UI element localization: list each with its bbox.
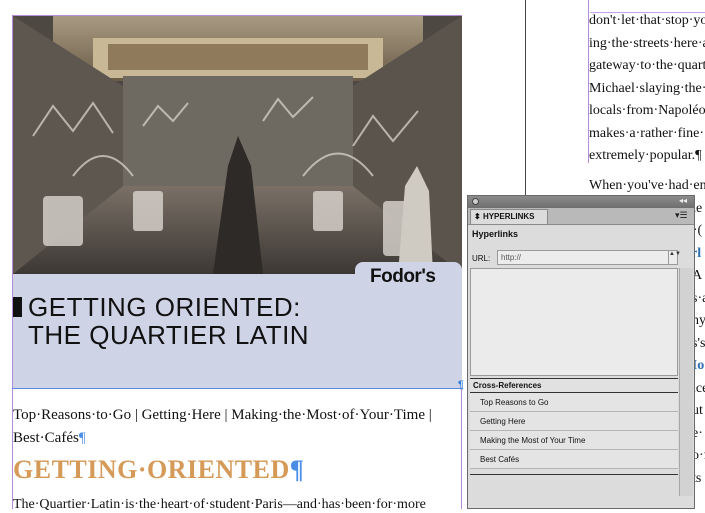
close-icon[interactable] xyxy=(472,198,479,205)
banner-title-line-2: THE QUARTIER LATIN xyxy=(28,320,310,350)
banner-title-line-1: GETTING ORIENTED: xyxy=(28,292,301,322)
reasons-nav-text: Top·Reasons·to·Go | Getting·Here | Makin… xyxy=(13,407,432,446)
hyperlinks-panel[interactable]: ◂◂ ⬍ HYPERLINKS ▾☰ Hyperlinks URL: http:… xyxy=(467,195,695,509)
section-heading-text: GETTING·ORIENTED xyxy=(13,455,290,484)
xref-item[interactable]: Making the Most of Your Time xyxy=(470,431,678,450)
text-line: extremely·popular.¶ xyxy=(589,148,702,163)
frame-selection-line xyxy=(12,388,463,389)
xref-list-divider xyxy=(470,474,678,475)
xref-item[interactable]: Getting Here xyxy=(470,412,678,431)
banner-title: GETTING ORIENTED: THE QUARTIER LATIN xyxy=(28,293,309,349)
cross-references-header[interactable]: Cross-References xyxy=(470,378,678,393)
text-frame-out-port[interactable]: ¶ xyxy=(458,379,464,391)
title-marker-bar xyxy=(13,297,22,317)
collapse-panel-icon[interactable]: ◂◂ xyxy=(679,196,687,205)
pilcrow-mark: ¶ xyxy=(78,430,86,446)
panel-title-bar[interactable] xyxy=(468,196,694,208)
hyperlinks-list[interactable] xyxy=(470,268,678,376)
xref-item[interactable]: Best Cafés xyxy=(470,450,678,469)
tab-expand-icon: ⬍ xyxy=(474,212,483,221)
photo-illustration xyxy=(13,16,462,274)
text-line: ing·the·streets·here·a xyxy=(589,35,705,51)
text-line: locals·from·Napoléo xyxy=(589,103,705,118)
url-dropdown-stepper[interactable]: ▲▼ xyxy=(668,251,681,264)
url-input[interactable]: http:// xyxy=(497,250,678,265)
museum-gallery-photo[interactable] xyxy=(13,16,462,274)
pilcrow-mark: ¶ xyxy=(289,455,305,484)
panel-menu-icon[interactable]: ▾☰ xyxy=(675,210,688,221)
xref-item[interactable]: Top Reasons to Go xyxy=(470,393,678,412)
right-column-text[interactable]: don't·let·that·stop·yo ing·the·streets·h… xyxy=(589,10,705,168)
panel-scrollbar[interactable] xyxy=(679,268,693,496)
tab-hyperlinks[interactable]: ⬍ HYPERLINKS xyxy=(470,209,548,224)
tab-hyperlinks-label: HYPERLINKS xyxy=(482,212,535,221)
text-line: Michael·slaying·the· xyxy=(589,80,705,96)
text-line: don't·let·that·stop·yo xyxy=(589,13,705,28)
text-line: gateway·to·the·quart xyxy=(589,58,705,73)
hyperlinks-section-label: Hyperlinks xyxy=(472,229,519,239)
reasons-nav-paragraph[interactable]: Top·Reasons·to·Go | Getting·Here | Makin… xyxy=(13,404,458,450)
fodors-logo: Fodor's xyxy=(370,266,436,287)
section-heading[interactable]: GETTING·ORIENTED¶ xyxy=(13,455,304,485)
url-label: URL: xyxy=(472,254,491,263)
text-line: makes·a·rather·fine· xyxy=(589,125,705,141)
body-paragraph[interactable]: The·Quartier·Latin·is·the·heart·of·stude… xyxy=(13,497,426,513)
